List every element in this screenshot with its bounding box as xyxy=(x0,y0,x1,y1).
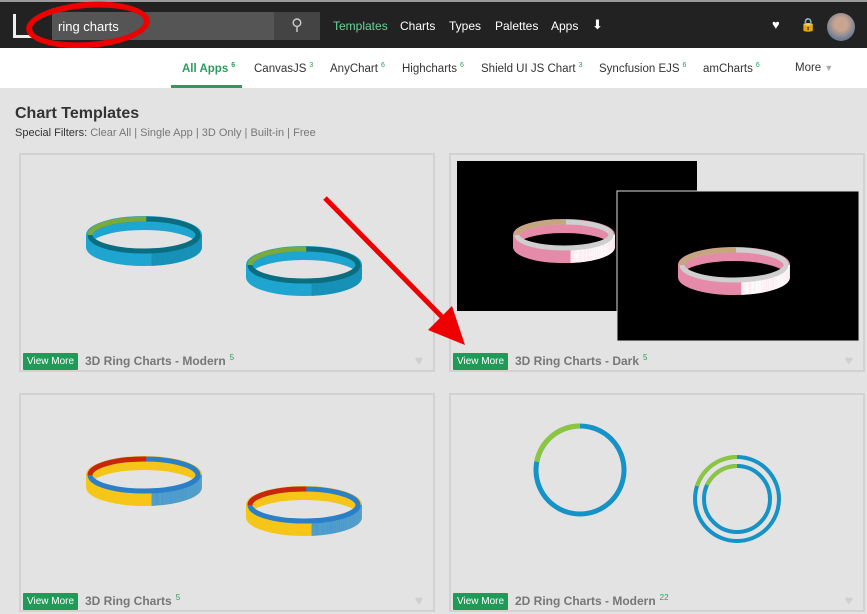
annotation-arrow xyxy=(323,196,465,345)
